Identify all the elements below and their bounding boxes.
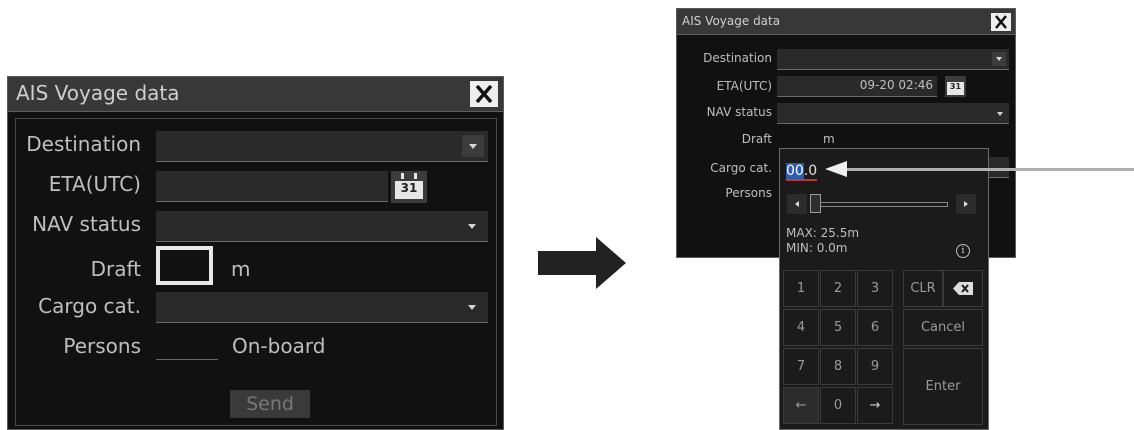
chevron-down-icon [468, 224, 476, 229]
key-7[interactable]: 7 [783, 348, 819, 385]
x-icon [475, 84, 493, 104]
calendar-day: 31 [949, 82, 962, 91]
chevron-down-icon [996, 57, 1002, 61]
backspace-button[interactable] [943, 270, 983, 307]
draft-label: Draft [90, 257, 141, 281]
destination-dropdown[interactable] [777, 49, 1009, 70]
cancel-button[interactable]: Cancel [903, 309, 983, 346]
close-button[interactable] [991, 13, 1011, 31]
range-info: MAX: 25.5m MIN: 0.0m [786, 226, 859, 256]
title-bar: AIS Voyage data [677, 9, 1015, 35]
nav-status-dropdown[interactable] [156, 211, 488, 242]
slider-left-icon [795, 201, 799, 207]
title-bar: AIS Voyage data [8, 77, 503, 112]
dialog-title: AIS Voyage data [16, 81, 180, 105]
transition-arrow-shaft [538, 251, 597, 275]
draft-input[interactable] [156, 246, 213, 285]
cargo-dropdown[interactable] [156, 292, 488, 323]
key-4[interactable]: 4 [783, 309, 819, 346]
slider-right-icon [964, 201, 968, 207]
persons-input[interactable] [156, 331, 218, 360]
callout-line [845, 168, 1134, 171]
enter-button[interactable]: Enter [903, 348, 983, 425]
key-9[interactable]: 9 [857, 348, 893, 385]
dropdown-button[interactable] [992, 52, 1006, 66]
persons-label: Persons [63, 334, 141, 358]
min-label: MIN: 0.0m [786, 241, 848, 255]
eta-field[interactable]: 09-20 02:46 [777, 76, 937, 97]
value-selected: 00 [786, 163, 804, 181]
dropdown-button[interactable] [462, 135, 484, 157]
key-6[interactable]: 6 [857, 309, 893, 346]
key-0[interactable]: 0 [820, 387, 856, 424]
transition-arrow-head [596, 237, 626, 289]
calendar-button[interactable]: 31 [945, 76, 966, 97]
close-button[interactable] [470, 81, 498, 107]
max-label: MAX: 25.5m [786, 226, 860, 240]
eta-label: ETA(UTC) [48, 172, 141, 196]
value-rest: .0 [803, 163, 818, 181]
nav-status-label: NAV status [32, 212, 141, 236]
chevron-down-icon [468, 305, 476, 310]
calendar-button[interactable]: 31 [391, 171, 427, 203]
cursor-left-button[interactable]: ← [783, 387, 819, 424]
destination-label: Destination [703, 51, 772, 65]
chevron-down-icon [469, 144, 477, 149]
dialog-title: AIS Voyage data [682, 14, 781, 28]
info-icon[interactable]: i [956, 244, 970, 258]
x-icon [995, 15, 1007, 29]
destination-dropdown[interactable] [156, 131, 488, 162]
key-1[interactable]: 1 [783, 270, 819, 307]
draft-label: Draft [741, 132, 772, 146]
key-5[interactable]: 5 [820, 309, 856, 346]
persons-label: Persons [725, 186, 772, 200]
calendar-icon: 31 [947, 79, 964, 95]
cursor-right-button[interactable]: → [857, 387, 893, 424]
slider-left-button[interactable] [787, 194, 807, 214]
callout-arrowhead [825, 161, 847, 177]
persons-unit: On-board [232, 334, 326, 358]
key-2[interactable]: 2 [820, 270, 856, 307]
draft-unit: m [823, 132, 835, 146]
eta-value: 09-20 02:46 [859, 78, 933, 92]
chevron-down-icon [997, 112, 1003, 116]
key-8[interactable]: 8 [820, 348, 856, 385]
draft-unit: m [231, 257, 251, 281]
cargo-label: Cargo cat. [38, 294, 141, 318]
calendar-icon: 31 [395, 173, 423, 199]
send-button[interactable]: Send [230, 390, 310, 418]
nav-status-label: NAV status [706, 105, 772, 119]
numeric-keypad-popup: 00.0 MAX: 25.5m MIN: 0.0m i 1 2 3 CLR 4 … [779, 148, 989, 430]
key-3[interactable]: 3 [857, 270, 893, 307]
eta-label: ETA(UTC) [716, 79, 772, 93]
cargo-label: Cargo cat. [710, 161, 772, 175]
ais-voyage-dialog-left: AIS Voyage data Destination ETA(UTC) 31 [7, 76, 504, 430]
backspace-icon [953, 282, 973, 295]
nav-status-dropdown[interactable] [777, 103, 1009, 124]
value-display: 00.0 [786, 163, 818, 181]
eta-field[interactable] [156, 171, 388, 202]
slider-right-button[interactable] [956, 194, 976, 214]
form-area: Destination ETA(UTC) 31 NAV status Draft… [15, 118, 497, 426]
draft-slider-thumb[interactable] [810, 194, 821, 213]
calendar-day: 31 [400, 181, 418, 195]
destination-label: Destination [26, 132, 141, 156]
draft-slider-track[interactable] [812, 202, 948, 207]
clear-button[interactable]: CLR [903, 270, 943, 307]
